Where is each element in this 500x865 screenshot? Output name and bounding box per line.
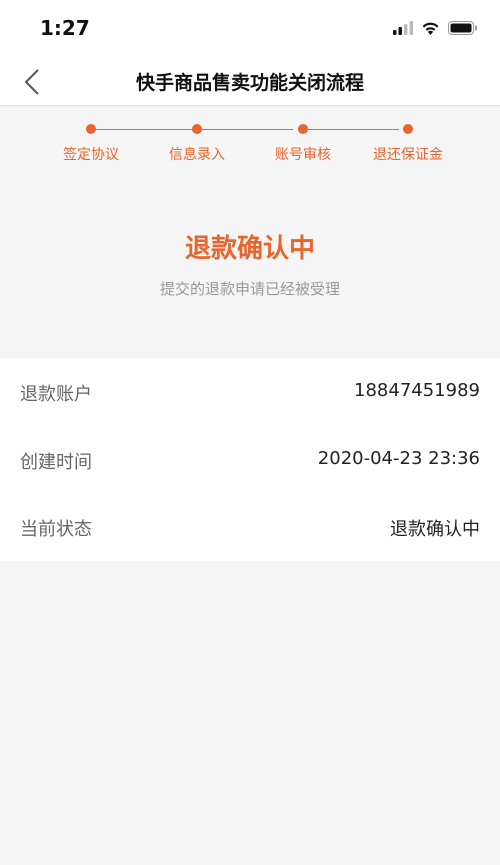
step-label: 账号审核: [275, 147, 331, 163]
info-value: 2020-04-23 23:36: [317, 448, 480, 469]
info-label: 退款账户: [20, 384, 92, 405]
info-label: 当前状态: [20, 519, 92, 540]
battery-icon: [448, 21, 477, 35]
step-connector: [96, 129, 193, 130]
step-label: 信息录入: [169, 147, 225, 163]
step-label: 退还保证金: [373, 147, 443, 163]
nav-bar: 快手商品售卖功能关闭流程: [0, 58, 500, 106]
page-title: 快手商品售卖功能关闭流程: [135, 72, 364, 94]
refund-status-subtitle: 提交的退款申请已经被受理: [159, 280, 340, 298]
wifi-icon: [422, 22, 439, 35]
refund-status-hero: 退款确认中 提交的退款申请已经被受理: [0, 186, 500, 358]
step-connector: [202, 129, 293, 130]
progress-stepper: 签定协议 信息录入 账号审核 退还保证金: [0, 106, 500, 186]
step-dot: [403, 124, 413, 134]
info-label: 创建时间: [20, 452, 92, 473]
info-row-created-time: 创建时间 2020-04-23 23:36: [0, 426, 500, 494]
refund-info-panel: 退款账户 18847451989 创建时间 2020-04-23 23:36 当…: [0, 358, 500, 561]
step-label: 签定协议: [63, 147, 119, 163]
step-dot: [86, 124, 96, 134]
info-row-refund-account: 退款账户 18847451989: [0, 358, 500, 426]
status-time: 1:27: [40, 16, 90, 40]
step-dot: [298, 124, 308, 134]
step-dot: [192, 124, 202, 134]
status-icons: [393, 21, 478, 35]
info-value: 退款确认中: [390, 519, 480, 540]
status-bar: 1:27: [0, 0, 500, 58]
step-connector: [308, 129, 399, 130]
info-row-current-status: 当前状态 退款确认中: [0, 493, 500, 561]
refund-status-title: 退款确认中: [184, 234, 315, 264]
info-value: 18847451989: [354, 380, 480, 401]
cellular-signal-icon: [393, 21, 413, 35]
